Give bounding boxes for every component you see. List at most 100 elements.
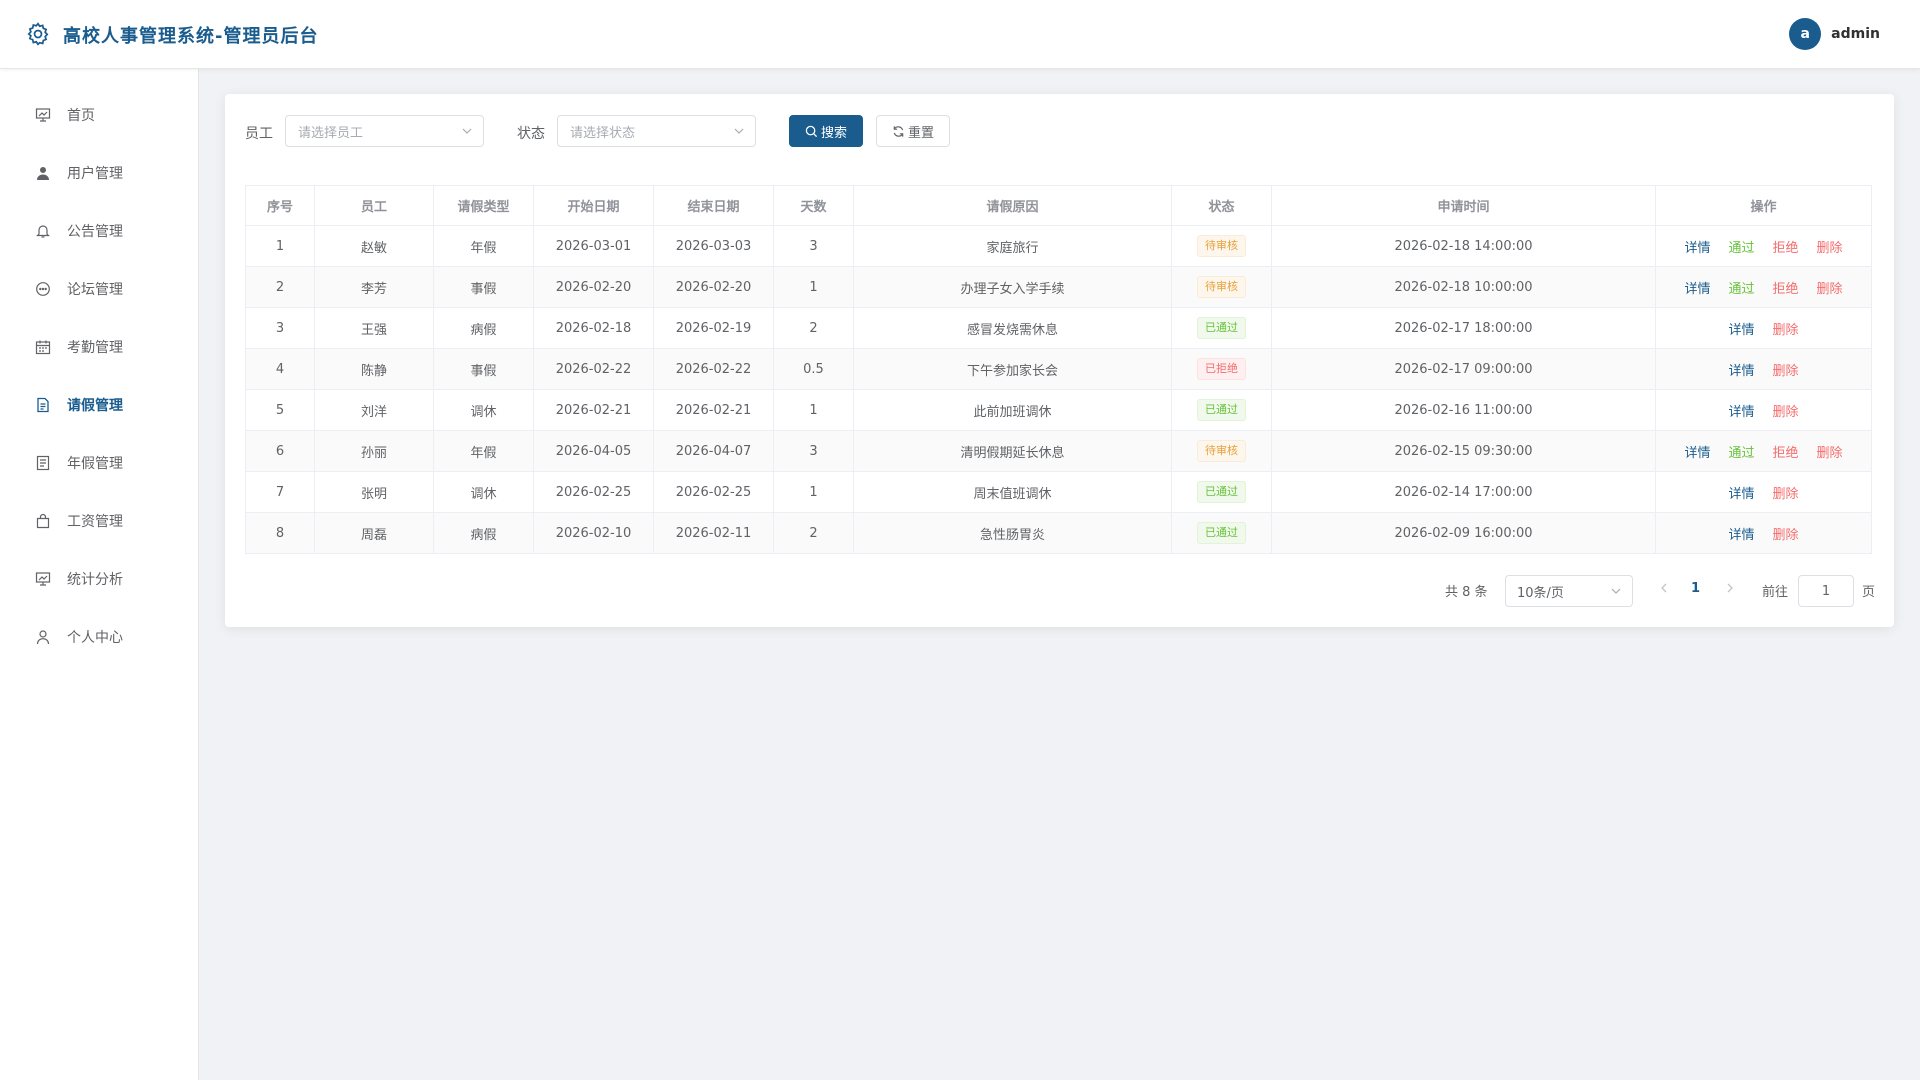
chevron-down-icon [733, 125, 745, 141]
cell-status: 已通过 [1171, 471, 1272, 513]
avatar[interactable]: a [1789, 18, 1822, 50]
cell-type: 调休 [433, 389, 534, 431]
reject-action-link[interactable]: 拒绝 [1773, 442, 1799, 461]
delete-action-link[interactable]: 删除 [1773, 401, 1799, 420]
prev-page-button[interactable] [1658, 581, 1670, 599]
cell-applied: 2026-02-09 16:00:00 [1271, 512, 1656, 554]
cell-employee: 周磊 [314, 512, 434, 554]
cell-status: 已通过 [1171, 512, 1272, 554]
sidebar: 首页用户管理 公告管理 论坛管理 考勤管理 请假管理 年假管理 工资管理统计分析个人中心 [0, 69, 199, 1080]
user-menu[interactable]: a admin [1789, 18, 1880, 50]
status-filter-label: 状态 [517, 126, 545, 142]
cell-end: 2026-02-20 [653, 266, 774, 308]
table-row: 5 刘洋 调休 2026-02-21 2026-02-21 1 此前加班调休 已通过 2026-… [245, 389, 1872, 431]
delete-action-link[interactable]: 删除 [1773, 483, 1799, 502]
sidebar-item-label: 统计分析 [67, 572, 123, 588]
detail-action-link[interactable]: 详情 [1684, 442, 1710, 461]
cell-status: 已通过 [1171, 389, 1272, 431]
status-badge: 待审核 [1197, 235, 1246, 257]
detail-action-link[interactable]: 详情 [1728, 483, 1754, 502]
cell-type: 事假 [433, 266, 534, 308]
detail-action-link[interactable]: 详情 [1728, 524, 1754, 543]
next-page-button[interactable] [1724, 581, 1736, 599]
column-header: 申请时间 [1271, 185, 1656, 226]
cell-reason: 办理子女入学手续 [853, 266, 1172, 308]
cell-no: 5 [245, 389, 315, 431]
search-button[interactable]: 搜索 [789, 115, 863, 147]
cell-employee: 刘洋 [314, 389, 434, 431]
table-row: 6 孙丽 年假 2026-04-05 2026-04-07 3 清明假期延长休息 待审核 202… [245, 430, 1872, 472]
cell-applied: 2026-02-17 09:00:00 [1271, 348, 1656, 390]
detail-action-link[interactable]: 详情 [1728, 360, 1754, 379]
page-number-current[interactable]: 1 [1691, 581, 1700, 596]
reject-action-link[interactable]: 拒绝 [1773, 237, 1799, 256]
cell-employee: 陈静 [314, 348, 434, 390]
column-header: 天数 [773, 185, 854, 226]
status-badge: 已通过 [1197, 399, 1246, 421]
sidebar-item-10[interactable]: 个人中心 [0, 608, 199, 666]
cell-end: 2026-02-22 [653, 348, 774, 390]
status-badge: 已通过 [1197, 522, 1246, 544]
status-select[interactable]: 请选择状态 [557, 115, 756, 147]
approve-action-link[interactable]: 通过 [1728, 442, 1754, 461]
detail-action-link[interactable]: 详情 [1728, 319, 1754, 338]
sidebar-item-5[interactable]: 考勤管理 [0, 318, 199, 376]
bell-icon [33, 221, 53, 241]
table-row: 4 陈静 事假 2026-02-22 2026-02-22 0.5 下午参加家长会 已拒绝 20… [245, 348, 1872, 390]
sidebar-item-2[interactable]: 用户管理 [0, 144, 199, 202]
column-header: 结束日期 [653, 185, 774, 226]
delete-action-link[interactable]: 删除 [1817, 442, 1843, 461]
top-header: 高校人事管理系统-管理员后台 a admin [0, 0, 1920, 69]
chat-icon [33, 279, 53, 299]
status-badge: 待审核 [1197, 440, 1246, 462]
employee-select[interactable]: 请选择员工 [285, 115, 484, 147]
detail-action-link[interactable]: 详情 [1684, 278, 1710, 297]
cell-employee: 赵敏 [314, 225, 434, 267]
detail-action-link[interactable]: 详情 [1684, 237, 1710, 256]
reject-action-link[interactable]: 拒绝 [1773, 278, 1799, 297]
cell-status: 已拒绝 [1171, 348, 1272, 390]
sidebar-item-3[interactable]: 公告管理 [0, 202, 199, 260]
sidebar-item-1[interactable]: 首页 [0, 86, 199, 144]
chart-icon [33, 569, 53, 589]
cell-type: 调休 [433, 471, 534, 513]
search-icon [805, 125, 818, 137]
status-badge: 已通过 [1197, 481, 1246, 503]
sidebar-item-7[interactable]: 年假管理 [0, 434, 199, 492]
pagination-total: 共 8 条 [1445, 585, 1488, 600]
page-size-select[interactable]: 10条/页 [1505, 575, 1633, 607]
cell-actions: 详情 删除 [1655, 389, 1872, 431]
cell-end: 2026-04-07 [653, 430, 774, 472]
detail-action-link[interactable]: 详情 [1728, 401, 1754, 420]
column-header: 序号 [245, 185, 315, 226]
status-badge: 已通过 [1197, 317, 1246, 339]
sidebar-item-9[interactable]: 统计分析 [0, 550, 199, 608]
username[interactable]: admin [1831, 26, 1880, 42]
sidebar-item-4[interactable]: 论坛管理 [0, 260, 199, 318]
reset-button[interactable]: 重置 [876, 115, 950, 147]
approve-action-link[interactable]: 通过 [1728, 237, 1754, 256]
delete-action-link[interactable]: 删除 [1773, 524, 1799, 543]
cell-end: 2026-02-21 [653, 389, 774, 431]
goto-label: 前往 [1762, 585, 1789, 600]
cell-reason: 感冒发烧需休息 [853, 307, 1172, 349]
delete-action-link[interactable]: 删除 [1773, 319, 1799, 338]
sidebar-item-8[interactable]: 工资管理 [0, 492, 199, 550]
goto-page-input[interactable] [1798, 575, 1854, 607]
approve-action-link[interactable]: 通过 [1728, 278, 1754, 297]
cell-no: 4 [245, 348, 315, 390]
sidebar-item-6[interactable]: 请假管理 [0, 376, 199, 434]
bag-icon [33, 511, 53, 531]
cell-applied: 2026-02-16 11:00:00 [1271, 389, 1656, 431]
table-row: 1 赵敏 年假 2026-03-01 2026-03-03 3 家庭旅行 待审核 2026-02… [245, 225, 1872, 267]
table-row: 3 王强 病假 2026-02-18 2026-02-19 2 感冒发烧需休息 已通过 2026… [245, 307, 1872, 349]
cell-start: 2026-02-18 [533, 307, 654, 349]
delete-action-link[interactable]: 删除 [1817, 237, 1843, 256]
cell-applied: 2026-02-18 10:00:00 [1271, 266, 1656, 308]
cell-applied: 2026-02-14 17:00:00 [1271, 471, 1656, 513]
cell-days: 3 [773, 430, 854, 472]
cell-start: 2026-04-05 [533, 430, 654, 472]
delete-action-link[interactable]: 删除 [1817, 278, 1843, 297]
delete-action-link[interactable]: 删除 [1773, 360, 1799, 379]
sidebar-item-label: 首页 [67, 108, 95, 124]
